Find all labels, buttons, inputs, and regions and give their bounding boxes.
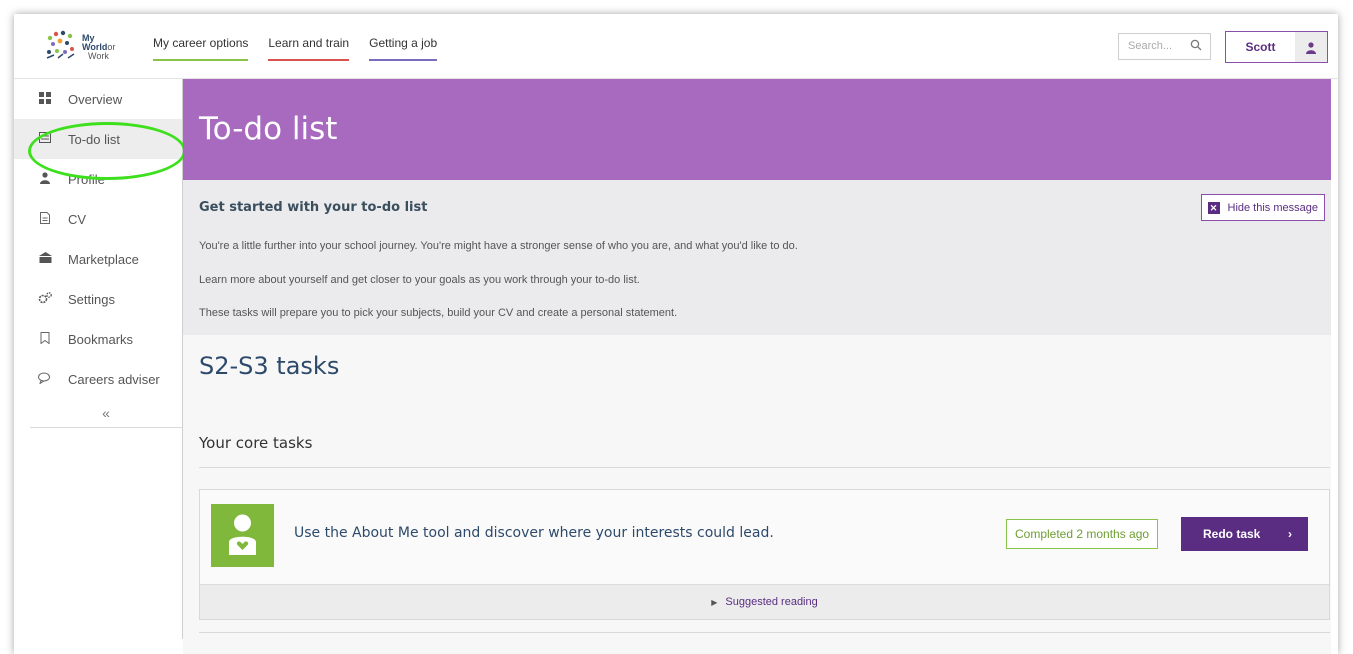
page-title: To-do list [199, 111, 338, 147]
search-placeholder: Search... [1128, 40, 1173, 52]
sidebar-item-to-do-list[interactable]: To-do list [14, 119, 182, 159]
divider [199, 632, 1330, 633]
sidebar-item-settings[interactable]: Settings [14, 279, 182, 319]
notice-line-3: These tasks will prepare you to pick you… [199, 307, 678, 319]
suggested-reading-label: Suggested reading [725, 596, 818, 608]
divider [199, 467, 1330, 468]
top-bar: My Worldor Work My career options Learn … [14, 14, 1338, 79]
sidebar-item-label: Profile [68, 171, 105, 187]
list-icon [38, 132, 52, 146]
nav-my-career-options[interactable]: My career options [153, 36, 249, 61]
getting-started-notice: Get started with your to-do list You're … [183, 180, 1331, 335]
caret-right-icon: ▶ [711, 597, 718, 607]
section-title: S2-S3 tasks [199, 352, 340, 380]
logo-text: My Worldor Work [82, 34, 115, 61]
redo-task-button[interactable]: Redo task › [1181, 517, 1308, 551]
sidebar-item-label: Careers adviser [68, 371, 160, 387]
nav-learn-and-train[interactable]: Learn and train [268, 36, 350, 61]
sidebar-item-overview[interactable]: Overview [14, 79, 182, 119]
gear-icon [38, 291, 52, 307]
search-input[interactable]: Search... [1118, 33, 1211, 60]
task-description: Use the About Me tool and discover where… [294, 525, 774, 541]
chevron-right-icon: › [1288, 527, 1292, 541]
notice-title: Get started with your to-do list [199, 200, 428, 215]
sidebar-item-cv[interactable]: CV [14, 199, 182, 239]
user-name[interactable]: Scott [1226, 32, 1295, 62]
task-card: Use the About Me tool and discover where… [199, 489, 1330, 620]
page-header: To-do list [183, 79, 1331, 180]
person-icon [38, 171, 52, 187]
sidebar-item-label: Bookmarks [68, 331, 134, 347]
sidebar-item-careers-adviser[interactable]: Careers adviser [14, 359, 182, 399]
document-icon [38, 211, 52, 227]
close-icon: ✕ [1207, 201, 1220, 214]
search-icon[interactable] [1190, 39, 1202, 51]
sidebar: Overview To-do list Profile CV Marketpla… [14, 79, 186, 639]
sidebar-item-label: To-do list [68, 131, 121, 147]
sidebar-item-label: Overview [68, 91, 123, 107]
user-icon[interactable] [1295, 32, 1327, 62]
hide-message-label: Hide this message [1227, 201, 1319, 214]
sidebar-item-label: Settings [68, 291, 115, 307]
sidebar-item-bookmarks[interactable]: Bookmarks [14, 319, 182, 359]
sidebar-item-label: CV [68, 211, 87, 227]
bookmark-icon [38, 331, 52, 347]
collapse-sidebar-button[interactable]: « [30, 399, 182, 428]
my-world-of-work-logo[interactable]: My Worldor Work [44, 28, 124, 66]
main-nav: My career options Learn and train Gettin… [153, 36, 438, 61]
sidebar-item-profile[interactable]: Profile [14, 159, 182, 199]
chat-icon [38, 372, 52, 387]
hide-message-button[interactable]: ✕ Hide this message [1200, 194, 1325, 221]
notice-line-1: You're a little further into your school… [199, 240, 798, 252]
grid-icon [38, 91, 52, 107]
building-icon [38, 252, 52, 266]
redo-task-label: Redo task [1203, 527, 1261, 541]
sidebar-item-label: Marketplace [68, 251, 139, 267]
notice-line-2: Learn more about yourself and get closer… [199, 274, 640, 286]
user-menu[interactable]: Scott [1225, 31, 1328, 63]
main-content: To-do list Get started with your to-do l… [183, 79, 1331, 654]
app-window: My Worldor Work My career options Learn … [14, 14, 1338, 654]
completed-badge: Completed 2 months ago [1006, 519, 1159, 549]
about-me-icon [211, 504, 274, 567]
suggested-reading-toggle[interactable]: ▶ Suggested reading [200, 584, 1329, 619]
sidebar-item-marketplace[interactable]: Marketplace [14, 239, 182, 279]
logo-mark-icon [46, 30, 75, 59]
logo-line-3: Work [88, 51, 109, 61]
nav-getting-a-job[interactable]: Getting a job [369, 36, 438, 61]
core-tasks-title: Your core tasks [199, 434, 313, 452]
